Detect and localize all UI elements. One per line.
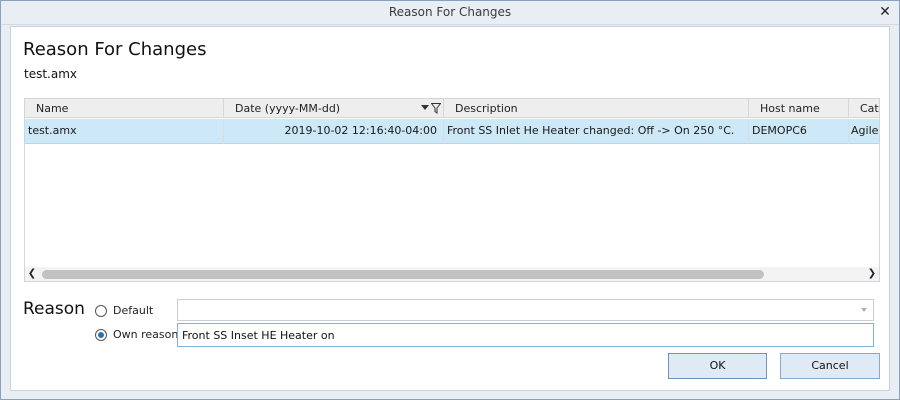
scroll-left-arrow-icon[interactable]: ❮ [27, 267, 37, 281]
horizontal-scrollbar[interactable]: ❮ ❯ [25, 267, 879, 281]
column-header-category[interactable]: Cate [849, 99, 879, 118]
column-header-name[interactable]: Name [25, 99, 224, 118]
window-title: Reason For Changes [388, 5, 512, 19]
own-reason-input[interactable] [177, 323, 874, 347]
cancel-button[interactable]: Cancel [780, 353, 880, 379]
filter-icon[interactable] [431, 103, 441, 114]
cell-date: 2019-10-02 12:16:40-04:00 [224, 119, 444, 144]
file-name: test.amx [24, 67, 78, 81]
dialog-heading: Reason For Changes [23, 39, 207, 60]
reason-label: Reason [23, 299, 85, 319]
dialog-content: Reason For Changes test.amx Name Date (y… [10, 26, 890, 391]
ok-button[interactable]: OK [668, 353, 767, 379]
column-header-description[interactable]: Description [444, 99, 749, 118]
chevron-down-icon[interactable] [861, 308, 867, 312]
own-reason-radio[interactable] [95, 329, 107, 341]
column-header-date[interactable]: Date (yyyy-MM-dd) [224, 99, 444, 118]
reason-for-changes-window: Reason For Changes ✕ Reason For Changes … [0, 0, 900, 400]
cell-category: Agile [851, 124, 879, 137]
default-radio[interactable] [95, 305, 107, 317]
cell-name: test.amx [25, 119, 224, 144]
grid-header: Name Date (yyyy-MM-dd) Description Host … [25, 99, 879, 118]
default-reason-dropdown[interactable] [177, 299, 874, 321]
table-row[interactable]: test.amx 2019-10-02 12:16:40-04:00 Front… [25, 119, 879, 144]
close-icon[interactable]: ✕ [877, 4, 893, 20]
column-header-host-name[interactable]: Host name [749, 99, 849, 118]
scroll-right-arrow-icon[interactable]: ❯ [867, 267, 877, 281]
changes-grid[interactable]: Name Date (yyyy-MM-dd) Description Host … [24, 98, 880, 282]
own-reason-radio-label[interactable]: Own reason [113, 328, 178, 341]
scrollbar-thumb[interactable] [42, 270, 764, 279]
cell-host-name: DEMOPC6 [749, 119, 849, 144]
sort-descending-icon[interactable] [421, 105, 429, 110]
column-header-date-label: Date (yyyy-MM-dd) [235, 102, 341, 115]
default-radio-label[interactable]: Default [113, 304, 153, 317]
cell-description: Front SS Inlet He Heater changed: Off ->… [444, 119, 749, 144]
title-bar: Reason For Changes ✕ [1, 1, 899, 25]
